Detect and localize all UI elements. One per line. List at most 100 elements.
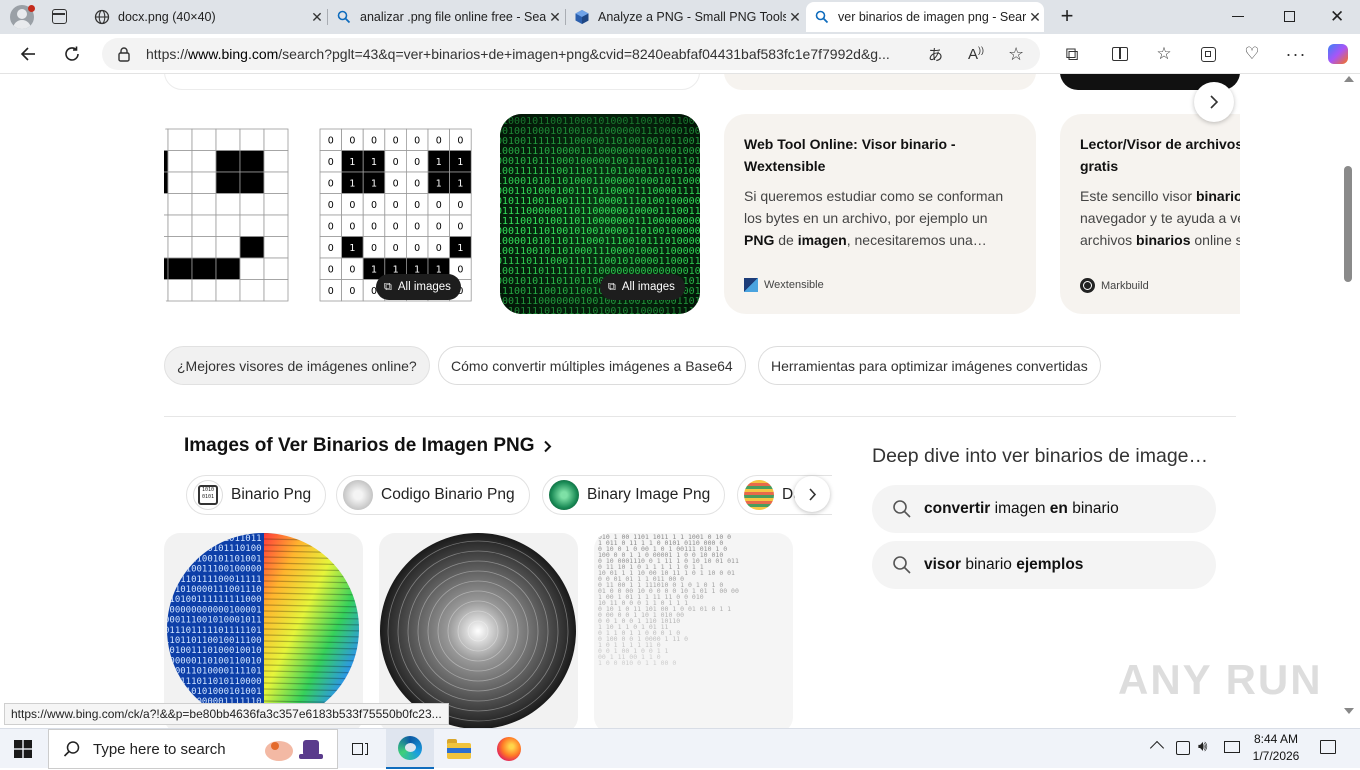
- network-icon[interactable]: [1176, 741, 1190, 755]
- browser-essentials-icon[interactable]: ♡: [1236, 38, 1268, 70]
- read-aloud-icon[interactable]: A)): [968, 45, 984, 63]
- tab-ver-binarios[interactable]: ver binarios de imagen png - Sear ✕: [806, 2, 1044, 32]
- tab-analizar-png[interactable]: analizar .png file online free - Sear ✕: [328, 2, 564, 32]
- favorite-star-icon[interactable]: ☆: [1008, 44, 1024, 65]
- address-toolbar: https://www.bing.com/search?pglt=43&q=ve…: [0, 34, 1360, 74]
- svg-text:000111001010001011: 000111001010001011: [164, 616, 262, 626]
- deep-dive-query[interactable]: convertir imagen en binario: [872, 485, 1216, 533]
- svg-text:111110101000101001: 111110101000101001: [164, 687, 262, 697]
- carousel-next-button[interactable]: [1194, 82, 1234, 122]
- search-icon: [336, 9, 352, 25]
- task-view-icon[interactable]: [350, 740, 370, 758]
- scrollbar[interactable]: [1340, 74, 1360, 728]
- related-image-pill[interactable]: Codigo Binario Png: [336, 475, 530, 515]
- binary-sphere-image: 0010101000110110111000111001011101000000…: [164, 533, 359, 725]
- refresh-icon: [65, 46, 79, 61]
- back-button[interactable]: [12, 38, 44, 70]
- taskbar-search-box[interactable]: Type here to search: [48, 729, 338, 769]
- binary-digits-image: 010 1 00 1101 1011 1 1 1001 0 10 01 011 …: [598, 533, 739, 667]
- result-snippet: Este sencillo visor binario navegador y …: [1080, 188, 1240, 248]
- split-screen-icon[interactable]: [1104, 38, 1136, 70]
- url-path: /search?pglt=43&q=ver+binarios+de+imagen…: [278, 46, 890, 62]
- svg-text:101001110100010010: 101001110100010010: [164, 646, 262, 656]
- file-explorer-icon[interactable]: [447, 739, 471, 759]
- globe-icon: [94, 9, 110, 25]
- image-result-sphere[interactable]: 001010100011011011 100011100101110100 0000…: [164, 533, 363, 728]
- image-result-disc[interactable]: [379, 533, 578, 728]
- display-icon[interactable]: [1224, 741, 1240, 753]
- result-source[interactable]: Markbuild: [1080, 278, 1149, 293]
- favorites-icon[interactable]: ☆: [1148, 38, 1180, 70]
- close-icon[interactable]: ✕: [786, 9, 804, 26]
- copilot-icon[interactable]: [1322, 38, 1354, 70]
- deep-dive-query[interactable]: visor binario ejemplos: [872, 541, 1216, 589]
- tab-analyze-png-tools[interactable]: Analyze a PNG - Small PNG Tools ✕: [566, 2, 804, 32]
- chevron-right-icon: [1210, 95, 1219, 109]
- show-hidden-icons-chevron[interactable]: [1149, 740, 1165, 756]
- result-title[interactable]: Lector/Visor de archivos b gratis: [1080, 133, 1240, 177]
- status-url-tooltip: https://www.bing.com/ck/a?!&&p=be80bb463…: [4, 703, 449, 725]
- svg-text:001010100011011011: 001010100011011011: [164, 534, 262, 544]
- tab-actions-icon[interactable]: [52, 9, 67, 24]
- scroll-down-arrow[interactable]: [1344, 708, 1354, 714]
- tab-title: analizar .png file online free - Sear: [360, 10, 546, 24]
- clock-time: 8:44 AM: [1253, 732, 1299, 746]
- close-window-button[interactable]: ✕: [1330, 7, 1344, 27]
- pills-next-button[interactable]: [794, 476, 830, 512]
- pill-thumbnail: [549, 480, 579, 510]
- notification-dot-icon: [28, 5, 35, 12]
- related-image-pill[interactable]: Binary Image Png: [542, 475, 726, 515]
- close-icon[interactable]: ✕: [546, 9, 564, 26]
- search-icon: [893, 500, 911, 518]
- extensions-icon[interactable]: ⧉: [1056, 38, 1088, 70]
- svg-text:110110110010011100: 110110110010011100: [164, 636, 262, 646]
- url-prefix: https://: [146, 46, 189, 62]
- search-icon: [814, 9, 830, 25]
- firefox-icon[interactable]: [497, 737, 521, 761]
- globe-icon: [1080, 278, 1095, 293]
- tab-title: docx.png (40×40): [118, 10, 216, 24]
- lock-icon[interactable]: [102, 46, 146, 62]
- collections-icon[interactable]: [1192, 38, 1224, 70]
- tab-title: Analyze a PNG - Small PNG Tools: [598, 10, 786, 24]
- image-result-digits[interactable]: 010 1 00 1101 1011 1 1 1001 0 10 01 011 …: [594, 533, 793, 728]
- result-text-card-markbuild[interactable]: Lector/Visor de archivos b gratis Este s…: [1060, 114, 1240, 314]
- more-options-icon[interactable]: ···: [1280, 38, 1312, 70]
- address-bar[interactable]: https://www.bing.com/search?pglt=43&q=ve…: [102, 38, 1040, 70]
- svg-text:000000110100110010: 000000110100110010: [164, 656, 262, 666]
- svg-text:100011010000111101: 100011010000111101: [164, 667, 262, 677]
- svg-text:010100111111111000: 010100111111111000: [164, 595, 262, 605]
- refresh-button[interactable]: [56, 38, 88, 70]
- taskbar-clock[interactable]: 8:44 AM 1/7/2026: [1250, 731, 1302, 765]
- svg-text:001010000111001110: 001010000111001110: [164, 585, 262, 595]
- carousel-clip: Lector/Visor de archivos b gratis Este s…: [1060, 114, 1240, 314]
- edge-taskbar-icon[interactable]: [386, 729, 434, 769]
- scroll-up-arrow[interactable]: [1344, 76, 1354, 82]
- restore-button[interactable]: [1284, 11, 1295, 22]
- translate-icon[interactable]: あ: [928, 44, 943, 65]
- cube-icon: [574, 9, 590, 25]
- deep-dive-heading: Deep dive into ver binarios de image…: [872, 445, 1209, 467]
- close-icon[interactable]: ✕: [308, 9, 326, 26]
- url-host: www.bing.com: [188, 46, 279, 62]
- minimize-button[interactable]: [1232, 16, 1244, 18]
- close-icon[interactable]: ✕: [1026, 9, 1044, 26]
- tab-docx-png[interactable]: docx.png (40×40) ✕: [86, 2, 326, 32]
- tab-bar: docx.png (40×40) ✕ analizar .png file on…: [0, 0, 1360, 34]
- clock-date: 1/7/2026: [1252, 749, 1300, 763]
- start-button[interactable]: [14, 740, 32, 758]
- search-icon: [63, 741, 80, 757]
- volume-icon[interactable]: 🔊︎: [1198, 738, 1207, 755]
- svg-text:011111011010110000: 011111011010110000: [164, 677, 262, 687]
- svg-text:000000000000100001: 000000000000100001: [164, 605, 262, 615]
- arrow-left-icon: [20, 47, 35, 61]
- svg-text:000011100101101001: 000011100101101001: [164, 554, 262, 564]
- new-tab-button[interactable]: +: [1054, 3, 1080, 29]
- pill-thumbnail: 1010 0101: [193, 480, 223, 510]
- scrollbar-thumb[interactable]: [1344, 166, 1352, 282]
- search-results-page: 0000000011001101100110000000000000001000…: [0, 74, 1360, 728]
- pill-strip: 1010 0101 Binario Png Codigo Binario Png …: [160, 74, 832, 534]
- notifications-icon[interactable]: [1320, 740, 1336, 754]
- related-image-pill[interactable]: 1010 0101 Binario Png: [186, 475, 327, 515]
- svg-text:1 0 0 010 0 1 1: 1 0 0 010 0 1 1 00 0: [598, 659, 676, 667]
